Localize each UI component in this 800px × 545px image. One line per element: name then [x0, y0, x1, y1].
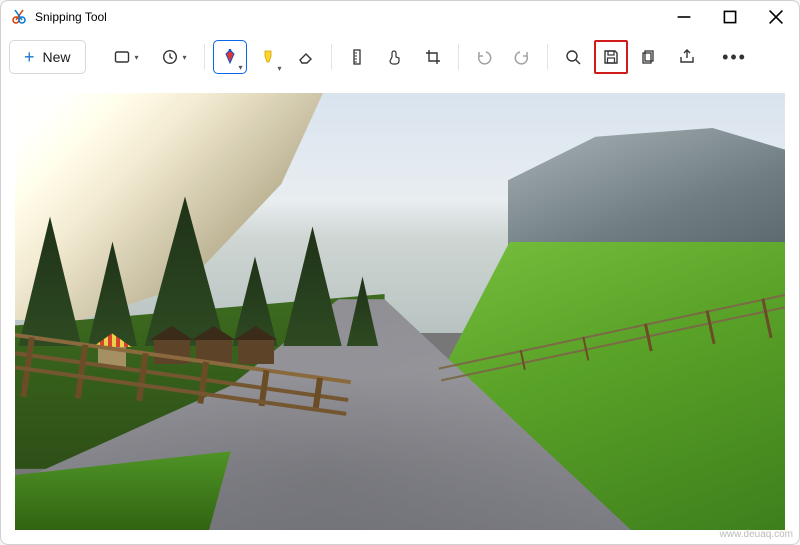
- zoom-button[interactable]: [556, 40, 590, 74]
- toolbar-divider: [547, 44, 548, 70]
- chevron-down-icon: ▾: [183, 53, 187, 62]
- app-window: Snipping Tool + New ▾: [0, 0, 800, 545]
- window-title: Snipping Tool: [35, 10, 107, 24]
- share-button[interactable]: [670, 40, 704, 74]
- touch-icon: [386, 48, 404, 66]
- delay-button[interactable]: ▾: [152, 40, 196, 74]
- clock-icon: [161, 48, 179, 66]
- save-icon: [602, 48, 620, 66]
- toolbar: + New ▾ ▾ ▾: [1, 33, 799, 81]
- pen-icon: [221, 48, 239, 66]
- maximize-button[interactable]: [707, 1, 753, 33]
- redo-icon: [513, 48, 531, 66]
- snip-mode-button[interactable]: ▾: [104, 40, 148, 74]
- app-icon: [11, 9, 27, 25]
- canvas-area: [1, 81, 799, 544]
- highlighter-button[interactable]: ▾: [251, 40, 285, 74]
- save-button[interactable]: [594, 40, 628, 74]
- toolbar-divider: [204, 44, 205, 70]
- crop-button[interactable]: [416, 40, 450, 74]
- close-button[interactable]: [753, 1, 799, 33]
- chevron-down-icon: ▾: [278, 64, 282, 73]
- plus-icon: +: [24, 48, 35, 66]
- new-button[interactable]: + New: [9, 40, 86, 74]
- titlebar: Snipping Tool: [1, 1, 799, 33]
- redo-button[interactable]: [505, 40, 539, 74]
- new-button-label: New: [43, 49, 71, 65]
- more-icon: •••: [722, 47, 747, 68]
- highlighter-icon: [259, 48, 277, 66]
- undo-icon: [475, 48, 493, 66]
- toolbar-divider: [331, 44, 332, 70]
- copy-button[interactable]: [632, 40, 666, 74]
- eraser-button[interactable]: [289, 40, 323, 74]
- zoom-icon: [564, 48, 582, 66]
- ruler-icon: [348, 48, 366, 66]
- chevron-down-icon: ▾: [135, 53, 139, 62]
- undo-button[interactable]: [467, 40, 501, 74]
- crop-icon: [424, 48, 442, 66]
- rectangle-mode-icon: [113, 48, 131, 66]
- window-controls: [661, 1, 799, 33]
- touch-writing-button[interactable]: [378, 40, 412, 74]
- ruler-button[interactable]: [340, 40, 374, 74]
- chevron-down-icon: ▾: [239, 63, 243, 72]
- minimize-button[interactable]: [661, 1, 707, 33]
- share-icon: [678, 48, 696, 66]
- toolbar-divider: [458, 44, 459, 70]
- watermark: www.deuaq.com: [720, 529, 793, 540]
- more-button[interactable]: •••: [718, 40, 752, 74]
- copy-icon: [640, 48, 658, 66]
- ballpoint-pen-button[interactable]: ▾: [213, 40, 247, 74]
- eraser-icon: [297, 48, 315, 66]
- captured-image[interactable]: [15, 93, 785, 530]
